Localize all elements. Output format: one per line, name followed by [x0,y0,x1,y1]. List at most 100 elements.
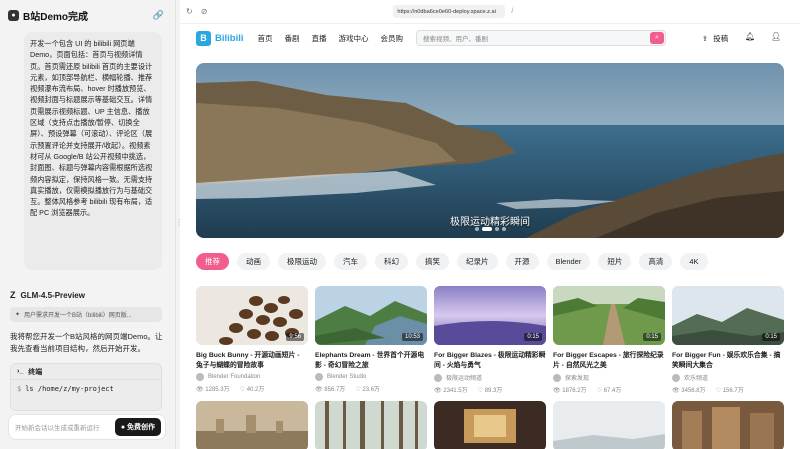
tag-cars[interactable]: 汽车 [334,253,367,270]
view-count: 1285.3万 [205,387,230,393]
video-card[interactable]: 0:15 For Bigger Fun - 娱乐欢乐合集 - 搞笑瞬间大集合 欢… [672,286,784,394]
like-count: 40.2万 [246,387,265,393]
z-logo-icon: Z [10,290,16,300]
video-card[interactable] [434,401,546,449]
video-duration: 0:15 [762,333,780,341]
chat-title: B站Demo完成 [23,11,89,23]
video-uploader[interactable]: 探索发现 [553,373,665,382]
url-path: / [511,8,514,15]
thumbnail-image [434,401,546,449]
tag-4k[interactable]: 4K [680,253,708,270]
video-uploader[interactable]: Blender Foundation [196,373,308,381]
site-logo[interactable]: B Bilibili [196,30,244,46]
tag-open-source[interactable]: 开源 [505,253,539,270]
link-icon[interactable]: 🔗 [153,10,164,21]
nav-shop[interactable]: 会员购 [381,33,404,44]
tag-documentary[interactable]: 纪录片 [457,253,498,270]
video-thumbnail[interactable]: 9:56 [196,286,308,345]
tag-funny[interactable]: 搞笑 [416,253,449,270]
tag-blender[interactable]: Blender [546,253,591,270]
video-card[interactable]: 0:15 For Bigger Escapes - 旅行探险纪录片 - 自然风光… [553,286,665,394]
tag-scifi[interactable]: 科幻 [375,253,408,270]
video-duration: 10:53 [401,333,423,341]
nav-home[interactable]: 首页 [258,33,273,44]
carousel-dot[interactable] [501,227,506,231]
video-title[interactable]: Elephants Dream - 世界首个开源电影 - 奇幻冒险之旅 [315,351,427,370]
terminal-block: ›_ 终端 $ ls /home/z/my-project [10,363,162,411]
avatar [196,373,204,381]
search-input[interactable]: 搜索视频、用户、番剧 ⌕ [416,30,666,46]
video-duration: 0:15 [643,333,661,341]
carousel-dot[interactable] [494,227,499,231]
nav-anime[interactable]: 番剧 [285,33,300,44]
video-card[interactable]: 0:15 For Bigger Blazes - 极限运动精彩瞬间 - 火焰与勇… [434,286,546,394]
hero-banner[interactable]: 极限运动精彩瞬间 [196,63,784,238]
video-uploader[interactable]: 极限运动频道 [434,373,546,382]
tag-hd[interactable]: 高清 [639,253,673,270]
like-count: 89.3万 [484,388,503,394]
chat-input-bar[interactable]: 开始新会话以生成或重新运行 ● 免费创作 [8,414,166,440]
carousel-dot[interactable] [474,227,479,231]
video-thumbnail[interactable]: 0:15 [553,286,665,345]
thinking-text: 用户需求开发一个B站（bilibili）网页版... [24,313,132,319]
browser-preview: ↻ ⊘ https://n0dba6ce0e60-deploy.space.z.… [180,0,800,449]
tag-animation[interactable]: 动画 [237,253,270,270]
compass-icon[interactable]: ⊘ [201,7,208,16]
uploader-name: 探索发现 [565,376,590,382]
create-button[interactable]: ● 免费创作 [114,418,161,436]
url-bar[interactable]: https://n0dba6ce0e60-deploy.space.z.ai [393,5,506,18]
video-card[interactable]: 10:53 Elephants Dream - 世界首个开源电影 - 奇幻冒险之… [315,286,427,393]
terminal-prompt: $ [17,385,22,393]
assistant-message: 我将帮您开发一个B站风格的网页端Demo。让我先查看当前项目结构，然后开始开发。 [10,332,163,353]
nav-games[interactable]: 游戏中心 [339,33,369,44]
upload-button[interactable]: ⇪ 投稿 [702,33,728,44]
user-message-text: 开发一个包含 UI 的 bilibili 网页端Demo，页面包括：首页与视频详… [30,39,153,218]
video-card[interactable] [672,401,784,449]
chat-input[interactable]: 开始新会话以生成或重新运行 [15,422,115,432]
carousel-dots [196,227,784,231]
video-card[interactable] [196,401,308,449]
bilibili-logo-icon: B [196,30,211,46]
carousel-dot-active[interactable] [481,227,492,231]
tag-shorts[interactable]: 短片 [598,253,632,270]
video-card[interactable] [315,401,427,449]
tag-extreme-sports[interactable]: 极限运动 [278,253,326,270]
video-thumbnail[interactable] [315,401,427,449]
video-thumbnail[interactable] [434,401,546,449]
video-uploader[interactable]: 欢乐频道 [672,373,784,382]
video-card[interactable]: 9:56 Big Buck Bunny - 开源动画短片 - 兔子与蝴蝶的冒险故… [196,286,308,393]
video-stats: 👁︎ 1285.3万 ♡ 40.2万 [196,384,308,393]
like-count: 23.6万 [362,387,381,393]
video-thumbnail[interactable]: 0:15 [672,286,784,345]
video-title[interactable]: Big Buck Bunny - 开源动画短片 - 兔子与蝴蝶的冒险故事 [196,351,308,370]
bell-icon[interactable]: 🔔︎ [745,32,755,41]
search-icon[interactable]: ⌕ [650,32,664,44]
video-thumbnail[interactable] [196,401,308,449]
user-icon[interactable]: 👤︎ [771,32,781,41]
terminal-header[interactable]: ›_ 终端 [11,364,161,380]
tag-recommend[interactable]: 推荐 [196,253,229,270]
video-card[interactable] [553,401,665,449]
terminal-title: 终端 [28,368,43,376]
thumbnail-image [553,401,665,449]
video-thumbnail[interactable]: 10:53 [315,286,427,345]
upload-label: 投稿 [713,34,729,43]
uploader-name: 极限运动频道 [446,376,483,382]
thinking-pill[interactable]: ✦ 用户需求开发一个B站（bilibili）网页版... [10,307,162,322]
browser-toolbar: ↻ ⊘ https://n0dba6ce0e60-deploy.space.z.… [180,0,800,24]
video-title[interactable]: For Bigger Blazes - 极限运动精彩瞬间 - 火焰与勇气 [434,351,546,370]
thumbnail-image [672,401,784,449]
video-title[interactable]: For Bigger Escapes - 旅行探险纪录片 - 自然风光之美 [553,351,665,370]
video-thumbnail[interactable] [553,401,665,449]
video-thumbnail[interactable]: 0:15 [434,286,546,345]
like-count: 67.4万 [603,388,622,394]
search-placeholder: 搜索视频、用户、番剧 [423,36,488,43]
video-uploader[interactable]: Blender Studio [315,373,427,381]
views-icon: 👁︎ 3456.8万 [672,388,706,394]
thumbnail-image [196,401,308,449]
nav-live[interactable]: 直播 [312,33,327,44]
video-title[interactable]: For Bigger Fun - 娱乐欢乐合集 - 搞笑瞬间大集合 [672,351,784,370]
video-thumbnail[interactable] [672,401,784,449]
views-icon: 👁︎ 2341.5万 [434,388,468,394]
refresh-icon[interactable]: ↻ [186,7,193,16]
